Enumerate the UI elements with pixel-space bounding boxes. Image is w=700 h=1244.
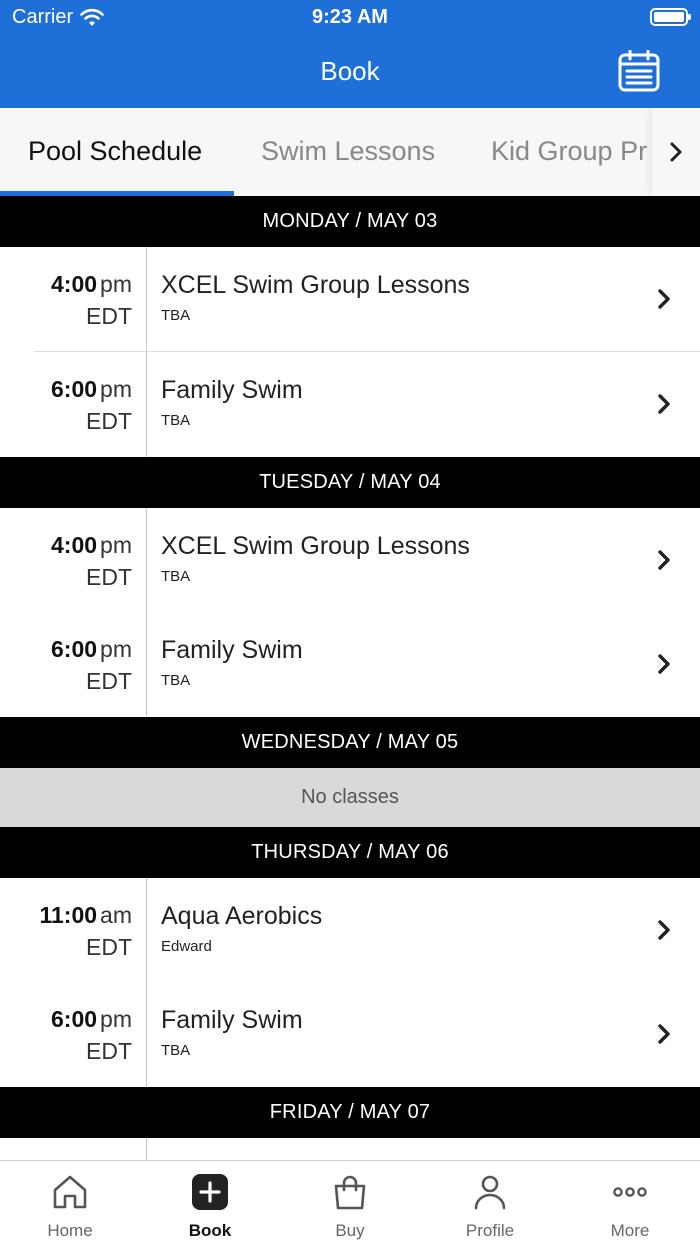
status-bar: Carrier 9:23 AM — [0, 0, 700, 36]
class-row[interactable] — [0, 1138, 700, 1160]
class-name: Family Swim — [161, 1006, 303, 1034]
class-time: 6:00 pm — [51, 1006, 132, 1033]
tab-buy[interactable]: Buy — [280, 1161, 420, 1244]
tab-label: Home — [47, 1221, 93, 1240]
tab-label: Buy — [335, 1221, 365, 1240]
class-row[interactable]: 6:00 pm EDT Family Swim TBA — [0, 352, 700, 457]
time-zone: EDT — [86, 408, 132, 434]
status-time: 9:23 AM — [312, 6, 388, 28]
time-value: 4:00 — [51, 271, 98, 297]
time-ampm: am — [100, 902, 132, 928]
no-classes-message: No classes — [0, 768, 700, 827]
class-time: 4:00 pm — [51, 271, 132, 298]
tab-swim-lessons[interactable]: Swim Lessons — [261, 136, 435, 167]
top-bar: Carrier 9:23 AM Book — [0, 0, 700, 108]
tab-label: More — [610, 1221, 650, 1240]
time-zone: EDT — [86, 303, 132, 329]
time-zone: EDT — [86, 564, 132, 590]
class-time: 6:00 pm — [51, 376, 132, 403]
tab-label: Profile — [465, 1221, 515, 1240]
tab-pool-schedule[interactable]: Pool Schedule — [28, 136, 202, 167]
class-instructor: TBA — [161, 307, 191, 324]
class-row[interactable]: 4:00 pm EDT XCEL Swim Group Lessons TBA — [0, 247, 700, 352]
home-icon — [53, 1175, 87, 1209]
time-ampm: pm — [100, 376, 132, 402]
chevron-right-icon — [658, 1024, 670, 1044]
class-instructor: TBA — [161, 568, 191, 585]
time-value: 4:00 — [51, 532, 98, 558]
battery-icon — [650, 8, 691, 26]
class-instructor: TBA — [161, 412, 191, 429]
chevron-right-icon — [658, 920, 670, 940]
chevron-right-icon — [658, 394, 670, 414]
category-tabs: Pool Schedule Swim Lessons Kid Group Pr — [0, 108, 700, 196]
class-instructor: TBA — [161, 672, 191, 689]
chevron-right-icon — [658, 289, 670, 309]
person-icon — [474, 1175, 506, 1210]
class-time: 6:00 pm — [51, 636, 132, 663]
class-name: Family Swim — [161, 376, 303, 404]
class-row[interactable]: 6:00 pm EDT Family Swim TBA — [0, 982, 700, 1087]
more-dots-icon — [613, 1187, 647, 1197]
time-value: 6:00 — [51, 1006, 98, 1032]
page-title: Book — [320, 56, 380, 86]
tab-book[interactable]: Book — [140, 1161, 280, 1244]
time-ampm: pm — [100, 271, 132, 297]
tab-kid-group[interactable]: Kid Group Pr — [491, 136, 647, 167]
day-header: WEDNESDAY / MAY 05 — [0, 717, 700, 768]
time-value: 6:00 — [51, 376, 98, 402]
time-value: 6:00 — [51, 636, 98, 662]
tab-profile[interactable]: Profile — [420, 1161, 560, 1244]
plus-square-icon — [192, 1174, 228, 1210]
chevron-right-icon — [670, 142, 682, 162]
time-zone: EDT — [86, 934, 132, 960]
time-ampm: pm — [100, 636, 132, 662]
tab-label: Book — [188, 1221, 232, 1240]
day-header: FRIDAY / MAY 07 — [0, 1087, 700, 1138]
bottom-tab-bar: Home Book Buy Profile More — [0, 1160, 700, 1244]
class-row[interactable]: 6:00 pm EDT Family Swim TBA — [0, 612, 700, 717]
calendar-icon[interactable] — [618, 50, 660, 92]
day-header: THURSDAY / MAY 06 — [0, 827, 700, 878]
time-ampm: pm — [100, 1006, 132, 1032]
day-header: TUESDAY / MAY 04 — [0, 457, 700, 508]
class-time: 4:00 pm — [51, 532, 132, 559]
time-ampm: pm — [100, 532, 132, 558]
class-time: 11:00 am — [39, 902, 132, 929]
class-row[interactable]: 4:00 pm EDT XCEL Swim Group Lessons TBA — [0, 508, 700, 613]
shopping-bag-icon — [334, 1175, 366, 1210]
class-name: XCEL Swim Group Lessons — [161, 271, 470, 299]
time-zone: EDT — [86, 668, 132, 694]
class-instructor: Edward — [161, 938, 212, 955]
tab-more[interactable]: More — [560, 1161, 700, 1244]
day-header: MONDAY / MAY 03 — [0, 196, 700, 247]
class-name: Aqua Aerobics — [161, 902, 323, 930]
tab-home[interactable]: Home — [0, 1161, 140, 1244]
chevron-right-icon — [658, 550, 670, 570]
chevron-right-icon — [658, 654, 670, 674]
class-instructor: TBA — [161, 1042, 191, 1059]
class-row[interactable]: 11:00 am EDT Aqua Aerobics Edward — [0, 878, 700, 983]
class-name: Family Swim — [161, 636, 303, 664]
class-name: XCEL Swim Group Lessons — [161, 532, 470, 560]
tabs-scroll-right-button[interactable] — [652, 108, 700, 196]
time-zone: EDT — [86, 1038, 132, 1064]
time-value: 11:00 — [39, 902, 98, 928]
